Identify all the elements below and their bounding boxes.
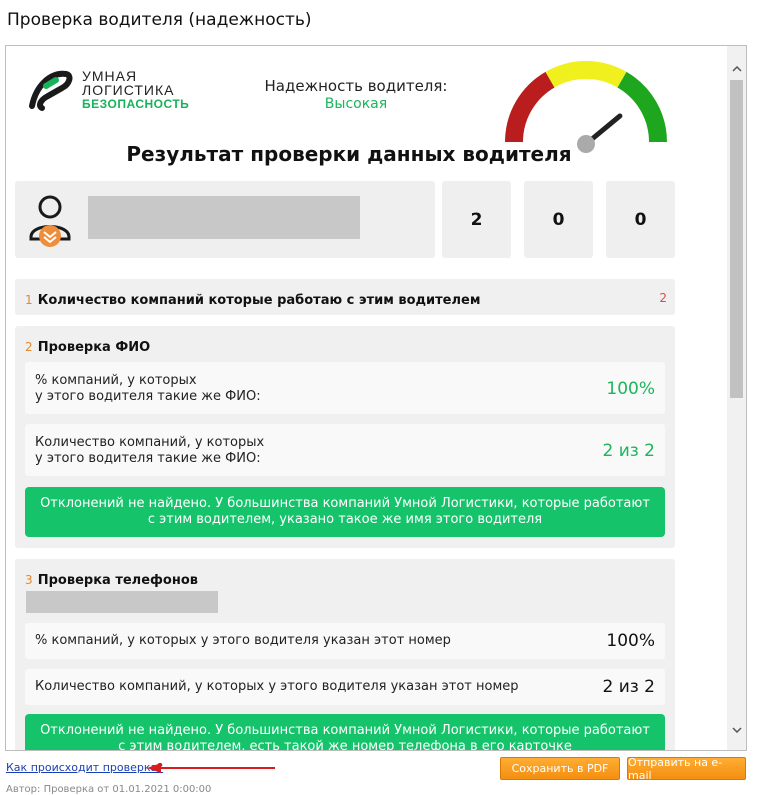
logo-mark-icon xyxy=(29,70,73,111)
fio-row-percent: % компаний, у которых у этого водителя т… xyxy=(25,362,665,414)
row-label: Количество компаний, у которых у этого в… xyxy=(35,435,264,467)
alert-line: с этим водителем, указано такое же имя э… xyxy=(147,512,543,527)
section-title: Количество компаний которые работаю с эт… xyxy=(37,293,481,308)
scroll-up-icon[interactable] xyxy=(727,60,746,77)
chevron-badge-icon xyxy=(39,225,61,247)
stat-box-3: 0 xyxy=(606,181,675,258)
row-label-line: у этого водителя такие же ФИО: xyxy=(35,451,261,466)
row-label: Количество компаний, у которых у этого в… xyxy=(35,679,519,694)
reliability-label: Надежность водителя: xyxy=(264,77,448,95)
row-label: % компаний, у которых у этого водителя у… xyxy=(35,633,451,648)
logo-text: УМНАЯ ЛОГИСТИКА БЕЗОПАСНОСТЬ xyxy=(82,69,189,111)
section-title: Проверка телефонов xyxy=(37,573,198,588)
red-arrow-icon xyxy=(147,763,275,773)
logo: УМНАЯ ЛОГИСТИКА БЕЗОПАСНОСТЬ xyxy=(26,66,196,112)
row-value: 100% xyxy=(606,631,655,651)
stat-box-1: 2 xyxy=(442,181,511,258)
alert-line: Отклонений не найдено. У большинства ком… xyxy=(40,723,650,738)
send-email-button[interactable]: Отправить на e-mail xyxy=(627,756,746,782)
gauge-arc-red xyxy=(505,71,555,143)
page-title: Результат проверки данных водителя xyxy=(126,142,572,166)
row-value: 100% xyxy=(606,379,655,399)
driver-card xyxy=(15,181,435,258)
gauge-arc-green xyxy=(617,71,667,143)
scroll-down-icon[interactable] xyxy=(727,721,746,738)
logo-line1: УМНАЯ xyxy=(82,68,138,84)
phones-row-percent: % компаний, у которых у этого водителя у… xyxy=(25,623,665,659)
section-phones-heading: 3 Проверка телефонов xyxy=(25,569,198,588)
report-frame: УМНАЯ ЛОГИСТИКА БЕЗОПАСНОСТЬ Надежность … xyxy=(5,45,747,751)
fio-alert: Отклонений не найдено. У большинства ком… xyxy=(25,487,665,537)
gauge-arc-yellow xyxy=(545,61,627,88)
driver-name-redacted xyxy=(88,196,360,239)
row-label-line: Количество компаний, у которых xyxy=(35,435,265,450)
row-label: % компаний, у которых у этого водителя т… xyxy=(35,373,261,405)
section-companies-heading: 1 Количество компаний которые работаю с … xyxy=(25,289,480,308)
window-title: Проверка водителя (надежность) xyxy=(7,10,312,30)
section-number: 1 xyxy=(25,293,33,307)
alert-line: с этим водителем, есть такой же номер те… xyxy=(118,739,572,750)
reliability-value: Высокая xyxy=(324,96,388,112)
person-icon xyxy=(29,195,71,247)
section-companies: 1 Количество компаний которые работаю с … xyxy=(15,279,675,315)
logo-line3: БЕЗОПАСНОСТЬ xyxy=(82,97,190,111)
section-phones: 3 Проверка телефонов % компаний, у котор… xyxy=(15,559,675,750)
row-label-line: % компаний, у которых xyxy=(35,373,197,388)
phone-number-redacted xyxy=(26,591,218,613)
save-pdf-button[interactable]: Сохранить в PDF xyxy=(500,757,620,780)
section-number: 3 xyxy=(25,573,33,587)
section-number: 2 xyxy=(25,340,33,354)
how-check-works-link[interactable]: Как происходит проверка? xyxy=(6,761,163,774)
logo-line2: ЛОГИСТИКА xyxy=(82,82,175,98)
section-title: Проверка ФИО xyxy=(37,340,151,355)
alert-line: Отклонений не найдено. У большинства ком… xyxy=(40,496,650,511)
row-value: 2 из 2 xyxy=(602,441,655,461)
stat-box-2: 0 xyxy=(524,181,593,258)
row-value: 2 из 2 xyxy=(602,677,655,697)
report-content: УМНАЯ ЛОГИСТИКА БЕЗОПАСНОСТЬ Надежность … xyxy=(6,46,726,750)
companies-count: 2 xyxy=(659,291,667,305)
reliability-gauge xyxy=(505,61,667,153)
section-fio-heading: 2 Проверка ФИО xyxy=(25,336,150,355)
scroll-thumb[interactable] xyxy=(730,80,743,398)
section-fio: 2 Проверка ФИО % компаний, у которых у э… xyxy=(15,326,675,548)
phones-alert: Отклонений не найдено. У большинства ком… xyxy=(25,714,665,750)
fio-row-count: Количество компаний, у которых у этого в… xyxy=(25,424,665,476)
reliability-block: Надежность водителя: Высокая xyxy=(246,77,466,112)
vertical-scrollbar[interactable] xyxy=(727,46,746,750)
row-label-line: у этого водителя такие же ФИО: xyxy=(35,389,261,404)
phones-row-count: Количество компаний, у которых у этого в… xyxy=(25,669,665,705)
